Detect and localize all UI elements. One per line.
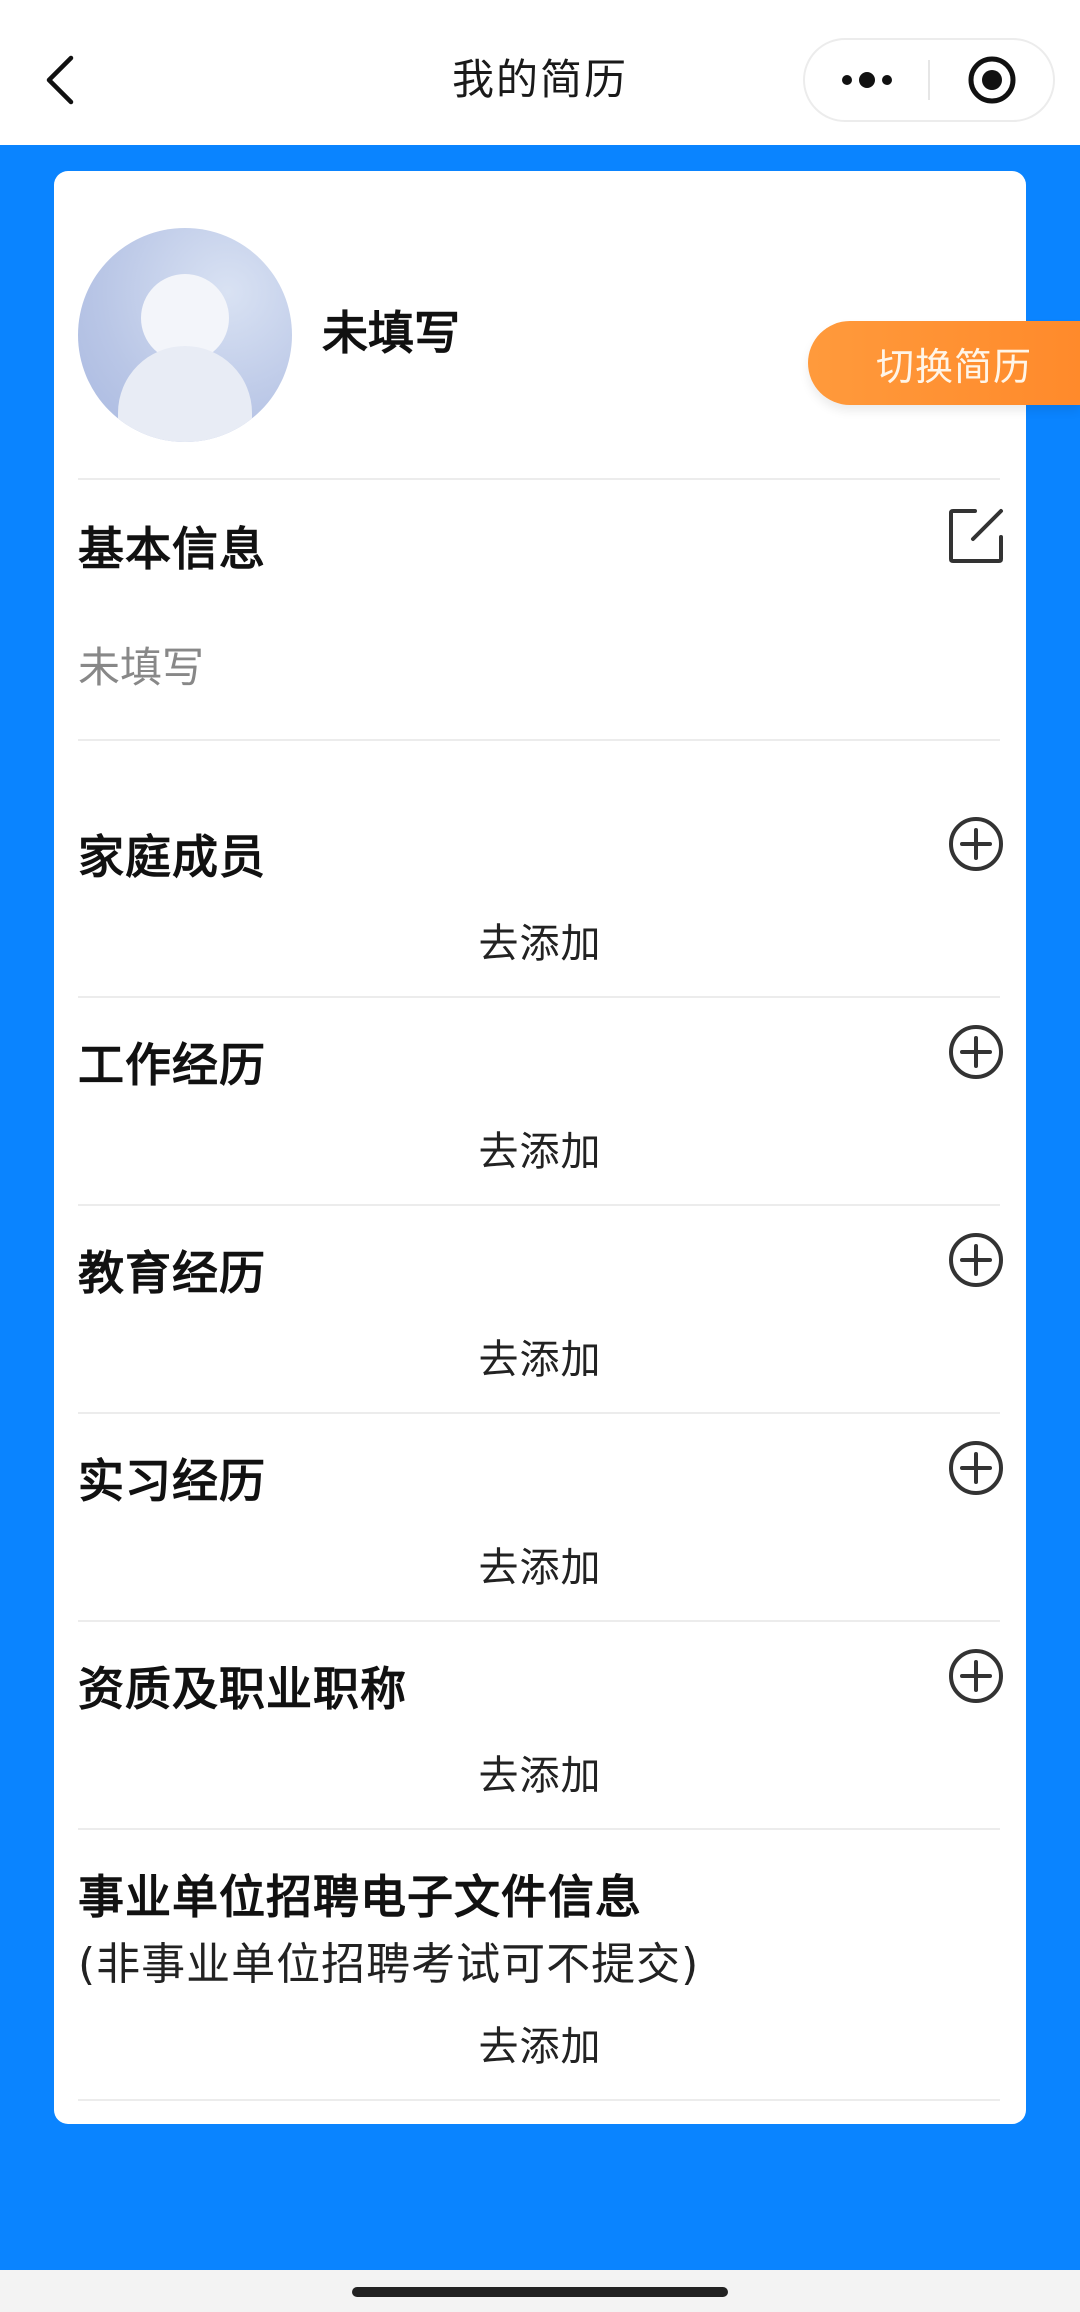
add-family-button[interactable]: [947, 815, 1005, 873]
switch-resume-label: 切换简历: [875, 344, 1032, 389]
add-work-link[interactable]: 去添加: [54, 1119, 1026, 1177]
navbar: 我的简历: [0, 0, 1080, 145]
avatar[interactable]: [78, 228, 292, 442]
more-dots-icon: [841, 72, 892, 88]
close-mini-program-button[interactable]: [930, 40, 1053, 120]
plus-circle-icon: [949, 1233, 1003, 1287]
plus-circle-icon: [949, 817, 1003, 871]
resume-card: 未填写 基本信息 未填写 家庭成员 去添加 工作经历 去添加 教育经历 去添加 …: [54, 171, 1026, 2124]
add-internship-button[interactable]: [947, 1439, 1005, 1497]
section-title-internship: 实习经历: [78, 1454, 266, 1508]
divider: [78, 996, 1000, 998]
add-qualification-link[interactable]: 去添加: [54, 1743, 1026, 1801]
section-title-family: 家庭成员: [78, 830, 266, 884]
divider: [78, 2099, 1000, 2101]
section-title-qualification: 资质及职业职称: [78, 1662, 407, 1716]
add-education-link[interactable]: 去添加: [54, 1327, 1026, 1385]
basic-info-title: 基本信息: [78, 522, 266, 576]
divider: [78, 1204, 1000, 1206]
basic-info-value: 未填写: [78, 643, 205, 692]
section-title-education: 教育经历: [78, 1246, 266, 1300]
divider: [78, 478, 1000, 480]
edit-basic-info-button[interactable]: [947, 507, 1005, 565]
plus-circle-icon: [949, 1649, 1003, 1703]
mini-program-capsule: [803, 38, 1055, 122]
switch-resume-button[interactable]: 切换简历: [808, 321, 1080, 405]
add-qualification-button[interactable]: [947, 1647, 1005, 1705]
add-internship-link[interactable]: 去添加: [54, 1535, 1026, 1593]
home-indicator[interactable]: [352, 2287, 728, 2297]
divider: [78, 739, 1000, 741]
avatar-body-shape: [118, 346, 252, 442]
divider: [78, 1828, 1000, 1830]
plus-circle-icon: [949, 1441, 1003, 1495]
add-family-link[interactable]: 去添加: [54, 911, 1026, 969]
add-education-button[interactable]: [947, 1231, 1005, 1289]
section-subtitle-files: (非事业单位招聘考试可不提交): [78, 1939, 700, 1990]
divider: [78, 1412, 1000, 1414]
record-target-icon: [968, 56, 1015, 104]
divider: [78, 1620, 1000, 1622]
add-files-link[interactable]: 去添加: [54, 2014, 1026, 2072]
section-title-work: 工作经历: [78, 1038, 266, 1092]
section-title-files: 事业单位招聘电子文件信息: [78, 1870, 642, 1924]
plus-circle-icon: [949, 1025, 1003, 1079]
more-button[interactable]: [805, 40, 928, 120]
profile-name: 未填写: [322, 306, 460, 360]
add-work-button[interactable]: [947, 1023, 1005, 1081]
edit-icon: [949, 509, 1003, 563]
